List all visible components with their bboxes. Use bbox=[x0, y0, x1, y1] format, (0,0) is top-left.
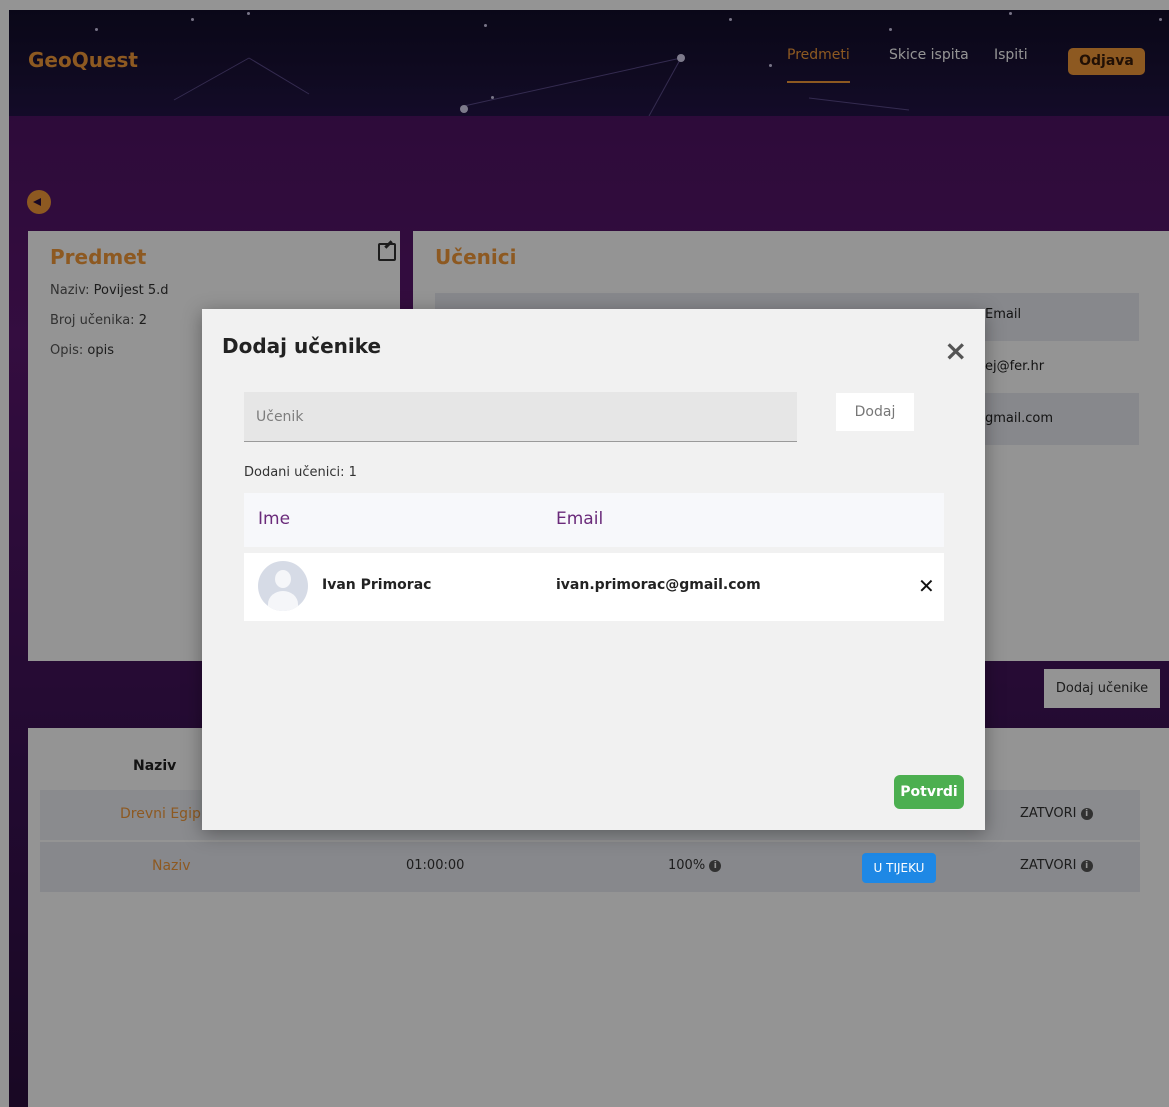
student-search-input[interactable] bbox=[244, 392, 797, 442]
added-students-header: Ime Email bbox=[244, 493, 944, 547]
confirm-button[interactable]: Potvrdi bbox=[894, 775, 964, 809]
email-column-header: Email bbox=[556, 509, 604, 529]
modal-title: Dodaj učenike bbox=[222, 334, 382, 358]
student-name: Ivan Primorac bbox=[322, 577, 432, 593]
added-students-count: Dodani učenici: 1 bbox=[244, 465, 357, 480]
add-student-button[interactable]: Dodaj bbox=[836, 393, 914, 431]
add-students-modal: Dodaj učenike × Dodaj Dodani učenici: 1 … bbox=[202, 309, 985, 830]
name-column-header: Ime bbox=[258, 509, 291, 529]
student-email: ivan.primorac@gmail.com bbox=[556, 577, 761, 593]
avatar bbox=[258, 561, 308, 611]
status-badge: U TIJEKU bbox=[862, 853, 936, 883]
table-row: Ivan Primorac ivan.primorac@gmail.com ✕ bbox=[244, 553, 944, 621]
close-icon[interactable]: × bbox=[944, 337, 967, 365]
remove-student-icon[interactable]: ✕ bbox=[918, 574, 935, 598]
